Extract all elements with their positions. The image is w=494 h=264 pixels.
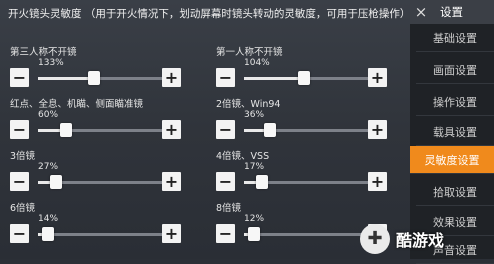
- increase-button[interactable]: +: [162, 224, 181, 243]
- sidebar-item-graphics[interactable]: 画面设置: [416, 56, 494, 84]
- slider-track[interactable]: [244, 227, 376, 241]
- slider-thumb[interactable]: [88, 71, 100, 85]
- settings-panel: 开火镜头灵敏度 （用于开火情况下，划动屏幕时镜头转动的灵敏度，可用于压枪操作） …: [0, 0, 410, 259]
- setting-value: 27%: [38, 162, 59, 172]
- slider-track[interactable]: [38, 123, 170, 137]
- setting-label: 6倍镜: [10, 203, 36, 214]
- setting-third-person-no-scope: 第三人称不开镜 133% − +: [10, 44, 220, 88]
- setting-2x-scope-win94: 2倍镜、Win94 36% − +: [216, 96, 426, 140]
- decrease-button[interactable]: −: [10, 172, 29, 191]
- sidebar-item-sensitivity[interactable]: 灵敏度设置: [410, 146, 494, 174]
- slider-track[interactable]: [244, 175, 376, 189]
- setting-value: 14%: [38, 214, 59, 224]
- slider-track[interactable]: [38, 227, 170, 241]
- sidebar-item-controls[interactable]: 操作设置: [416, 88, 494, 116]
- decrease-button[interactable]: −: [216, 120, 235, 139]
- setting-label: 第一人称不开镜: [216, 47, 283, 58]
- slider-track[interactable]: [244, 71, 376, 85]
- sidebar-header: × 设置: [410, 0, 494, 24]
- slider-thumb[interactable]: [264, 123, 276, 137]
- increase-button[interactable]: +: [368, 68, 387, 87]
- increase-button[interactable]: +: [162, 172, 181, 191]
- decrease-button[interactable]: −: [10, 120, 29, 139]
- decrease-button[interactable]: −: [216, 68, 235, 87]
- setting-value: 12%: [244, 214, 265, 224]
- slider-thumb[interactable]: [256, 175, 268, 189]
- close-icon[interactable]: ×: [410, 3, 432, 21]
- setting-3x-scope: 3倍镜 27% − +: [10, 148, 220, 192]
- slider-thumb[interactable]: [60, 123, 72, 137]
- decrease-button[interactable]: −: [10, 224, 29, 243]
- increase-button[interactable]: +: [162, 68, 181, 87]
- setting-first-person-no-scope: 第一人称不开镜 104% − +: [216, 44, 426, 88]
- setting-label: 4倍镜、VSS: [216, 151, 270, 162]
- section-title: 开火镜头灵敏度 （用于开火情况下，划动屏幕时镜头转动的灵敏度，可用于压枪操作）: [8, 8, 411, 20]
- setting-value: 36%: [244, 110, 265, 120]
- setting-label: 8倍镜: [216, 203, 242, 214]
- setting-label: 3倍镜: [10, 151, 36, 162]
- watermark: ✚ 酷游戏: [360, 218, 494, 259]
- slider-thumb[interactable]: [248, 227, 260, 241]
- slider-track[interactable]: [38, 175, 170, 189]
- slider-fill: [38, 129, 62, 132]
- slider-fill: [244, 129, 266, 132]
- setting-red-dot-holo-iron: 红点、全息、机瞄、侧面瞄准镜 60% − +: [10, 96, 220, 140]
- sidebar-item-pickup[interactable]: 拾取设置: [416, 178, 494, 206]
- increase-button[interactable]: +: [368, 172, 387, 191]
- decrease-button[interactable]: −: [10, 68, 29, 87]
- sidebar-item-basic[interactable]: 基础设置: [416, 24, 494, 52]
- slider-fill: [244, 77, 300, 80]
- slider-track[interactable]: [38, 71, 170, 85]
- setting-value: 60%: [38, 110, 59, 120]
- watermark-text: 酷游戏: [396, 230, 445, 250]
- setting-label: 红点、全息、机瞄、侧面瞄准镜: [10, 99, 144, 110]
- sidebar-item-vehicle[interactable]: 载具设置: [416, 118, 494, 146]
- increase-button[interactable]: +: [368, 120, 387, 139]
- setting-value: 104%: [244, 58, 270, 68]
- slider-track[interactable]: [244, 123, 376, 137]
- gamepad-icon: ✚: [360, 223, 390, 254]
- slider-thumb[interactable]: [298, 71, 310, 85]
- setting-label: 第三人称不开镜: [10, 47, 77, 58]
- setting-6x-scope: 6倍镜 14% − +: [10, 200, 220, 244]
- setting-label: 2倍镜、Win94: [216, 99, 281, 110]
- setting-value: 17%: [244, 162, 265, 172]
- decrease-button[interactable]: −: [216, 224, 235, 243]
- setting-value: 133%: [38, 58, 64, 68]
- sidebar-title: 设置: [440, 5, 463, 19]
- setting-4x-scope-vss: 4倍镜、VSS 17% − +: [216, 148, 426, 192]
- slider-fill: [38, 77, 90, 80]
- slider-thumb[interactable]: [50, 175, 62, 189]
- increase-button[interactable]: +: [162, 120, 181, 139]
- decrease-button[interactable]: −: [216, 172, 235, 191]
- slider-thumb[interactable]: [42, 227, 54, 241]
